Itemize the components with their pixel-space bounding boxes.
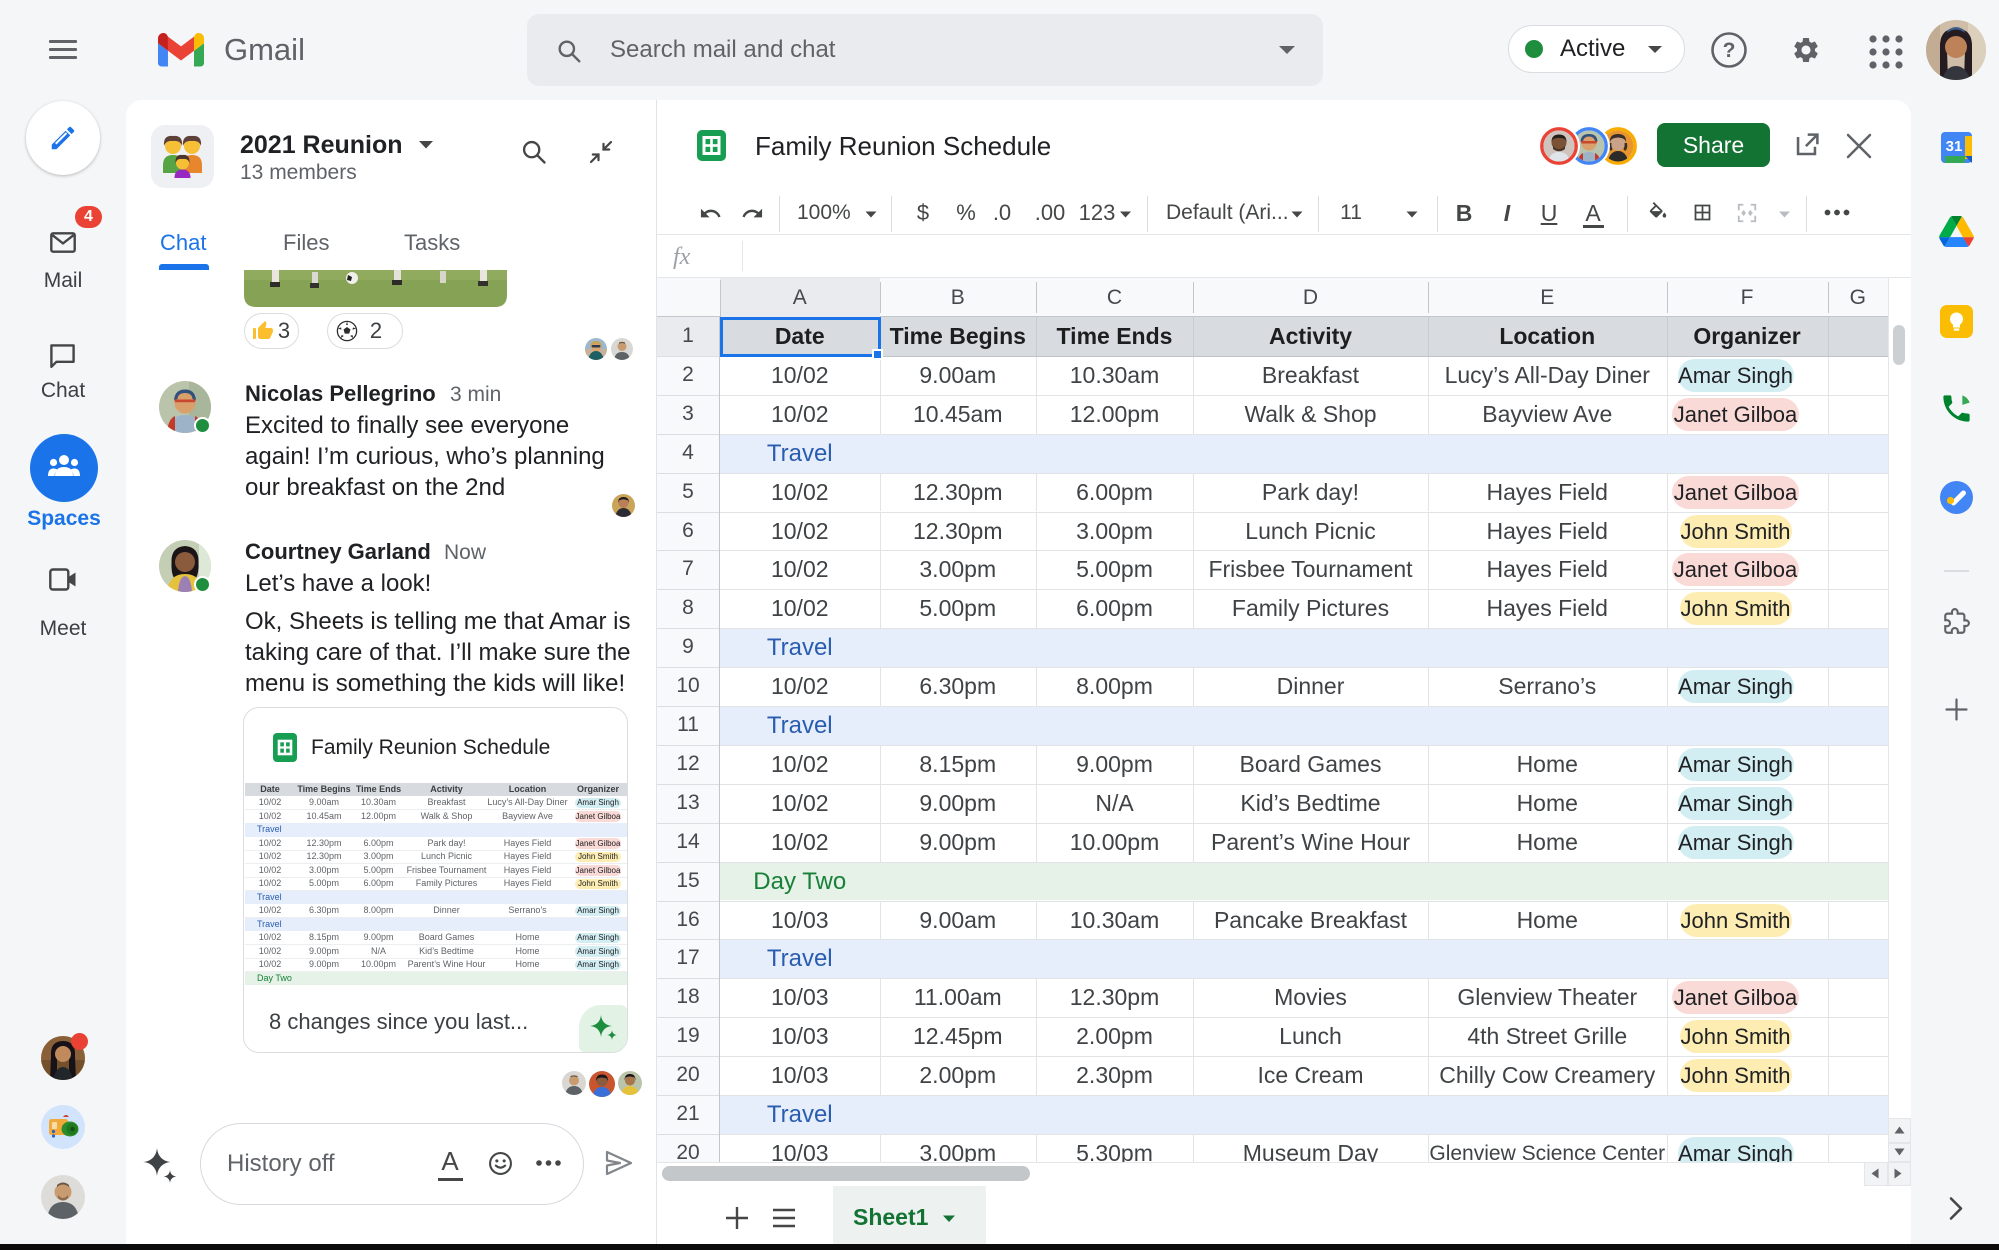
svg-text:?: ? bbox=[1723, 39, 1736, 62]
